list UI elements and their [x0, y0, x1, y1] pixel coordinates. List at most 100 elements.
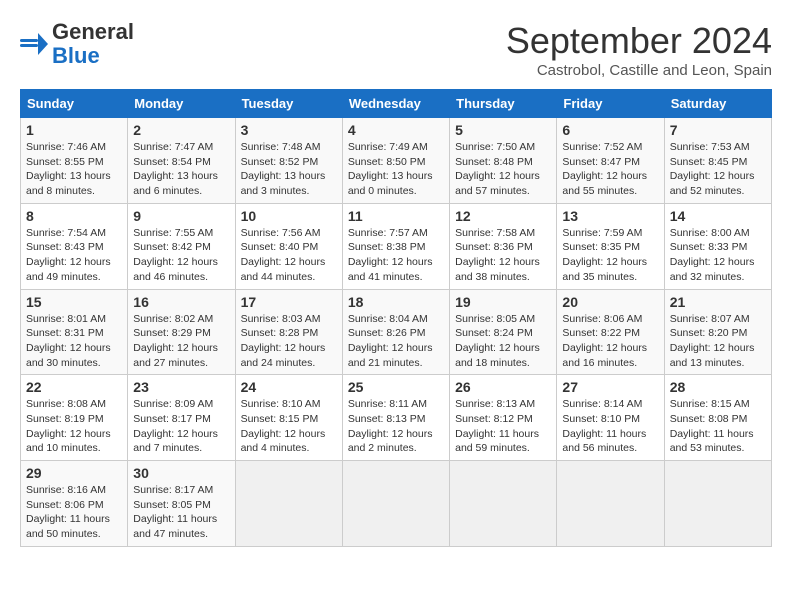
calendar-cell: 2 Sunrise: 7:47 AM Sunset: 8:54 PM Dayli… [128, 118, 235, 204]
calendar-cell [235, 461, 342, 547]
day-number: 9 [133, 208, 229, 224]
calendar-row: 22 Sunrise: 8:08 AM Sunset: 8:19 PM Dayl… [21, 375, 772, 461]
day-info: Sunrise: 7:49 AM Sunset: 8:50 PM Dayligh… [348, 140, 444, 199]
header-monday: Monday [128, 90, 235, 118]
calendar-cell: 22 Sunrise: 8:08 AM Sunset: 8:19 PM Dayl… [21, 375, 128, 461]
calendar-cell: 27 Sunrise: 8:14 AM Sunset: 8:10 PM Dayl… [557, 375, 664, 461]
day-number: 23 [133, 379, 229, 395]
day-info: Sunrise: 7:59 AM Sunset: 8:35 PM Dayligh… [562, 226, 658, 285]
logo-text: General Blue [52, 20, 134, 68]
calendar-cell: 9 Sunrise: 7:55 AM Sunset: 8:42 PM Dayli… [128, 203, 235, 289]
header-wednesday: Wednesday [342, 90, 449, 118]
day-info: Sunrise: 7:52 AM Sunset: 8:47 PM Dayligh… [562, 140, 658, 199]
day-info: Sunrise: 7:55 AM Sunset: 8:42 PM Dayligh… [133, 226, 229, 285]
day-number: 4 [348, 122, 444, 138]
day-info: Sunrise: 8:00 AM Sunset: 8:33 PM Dayligh… [670, 226, 766, 285]
month-title: September 2024 [506, 20, 772, 62]
calendar-cell: 16 Sunrise: 8:02 AM Sunset: 8:29 PM Dayl… [128, 289, 235, 375]
day-number: 24 [241, 379, 337, 395]
day-info: Sunrise: 7:50 AM Sunset: 8:48 PM Dayligh… [455, 140, 551, 199]
day-info: Sunrise: 7:54 AM Sunset: 8:43 PM Dayligh… [26, 226, 122, 285]
day-number: 21 [670, 294, 766, 310]
day-info: Sunrise: 8:08 AM Sunset: 8:19 PM Dayligh… [26, 397, 122, 456]
calendar-cell: 25 Sunrise: 8:11 AM Sunset: 8:13 PM Dayl… [342, 375, 449, 461]
day-number: 8 [26, 208, 122, 224]
day-number: 19 [455, 294, 551, 310]
day-info: Sunrise: 7:53 AM Sunset: 8:45 PM Dayligh… [670, 140, 766, 199]
calendar-cell: 24 Sunrise: 8:10 AM Sunset: 8:15 PM Dayl… [235, 375, 342, 461]
day-number: 1 [26, 122, 122, 138]
day-info: Sunrise: 8:11 AM Sunset: 8:13 PM Dayligh… [348, 397, 444, 456]
calendar-cell: 21 Sunrise: 8:07 AM Sunset: 8:20 PM Dayl… [664, 289, 771, 375]
day-info: Sunrise: 8:07 AM Sunset: 8:20 PM Dayligh… [670, 312, 766, 371]
day-info: Sunrise: 8:15 AM Sunset: 8:08 PM Dayligh… [670, 397, 766, 456]
day-info: Sunrise: 7:46 AM Sunset: 8:55 PM Dayligh… [26, 140, 122, 199]
calendar-cell [664, 461, 771, 547]
day-number: 13 [562, 208, 658, 224]
day-info: Sunrise: 8:09 AM Sunset: 8:17 PM Dayligh… [133, 397, 229, 456]
calendar-cell: 30 Sunrise: 8:17 AM Sunset: 8:05 PM Dayl… [128, 461, 235, 547]
calendar-cell: 17 Sunrise: 8:03 AM Sunset: 8:28 PM Dayl… [235, 289, 342, 375]
day-info: Sunrise: 7:58 AM Sunset: 8:36 PM Dayligh… [455, 226, 551, 285]
day-number: 29 [26, 465, 122, 481]
day-info: Sunrise: 8:16 AM Sunset: 8:06 PM Dayligh… [26, 483, 122, 542]
calendar-cell [557, 461, 664, 547]
day-info: Sunrise: 8:14 AM Sunset: 8:10 PM Dayligh… [562, 397, 658, 456]
calendar-cell [450, 461, 557, 547]
day-number: 26 [455, 379, 551, 395]
calendar-cell: 5 Sunrise: 7:50 AM Sunset: 8:48 PM Dayli… [450, 118, 557, 204]
header-thursday: Thursday [450, 90, 557, 118]
day-number: 10 [241, 208, 337, 224]
day-info: Sunrise: 8:04 AM Sunset: 8:26 PM Dayligh… [348, 312, 444, 371]
day-info: Sunrise: 8:13 AM Sunset: 8:12 PM Dayligh… [455, 397, 551, 456]
day-number: 7 [670, 122, 766, 138]
header-row: Sunday Monday Tuesday Wednesday Thursday… [21, 90, 772, 118]
location: Castrobol, Castille and Leon, Spain [506, 62, 772, 79]
calendar-cell: 7 Sunrise: 7:53 AM Sunset: 8:45 PM Dayli… [664, 118, 771, 204]
page-header: General Blue September 2024 Castrobol, C… [20, 20, 772, 79]
day-number: 5 [455, 122, 551, 138]
calendar-cell [342, 461, 449, 547]
header-friday: Friday [557, 90, 664, 118]
header-sunday: Sunday [21, 90, 128, 118]
calendar-cell: 3 Sunrise: 7:48 AM Sunset: 8:52 PM Dayli… [235, 118, 342, 204]
day-number: 2 [133, 122, 229, 138]
header-saturday: Saturday [664, 90, 771, 118]
calendar-row: 1 Sunrise: 7:46 AM Sunset: 8:55 PM Dayli… [21, 118, 772, 204]
calendar-cell: 23 Sunrise: 8:09 AM Sunset: 8:17 PM Dayl… [128, 375, 235, 461]
day-number: 3 [241, 122, 337, 138]
day-number: 12 [455, 208, 551, 224]
day-number: 25 [348, 379, 444, 395]
day-number: 27 [562, 379, 658, 395]
calendar-cell: 12 Sunrise: 7:58 AM Sunset: 8:36 PM Dayl… [450, 203, 557, 289]
calendar-cell: 1 Sunrise: 7:46 AM Sunset: 8:55 PM Dayli… [21, 118, 128, 204]
day-info: Sunrise: 8:17 AM Sunset: 8:05 PM Dayligh… [133, 483, 229, 542]
day-number: 11 [348, 208, 444, 224]
title-area: September 2024 Castrobol, Castille and L… [506, 20, 772, 79]
logo-icon [20, 33, 48, 55]
calendar-cell: 19 Sunrise: 8:05 AM Sunset: 8:24 PM Dayl… [450, 289, 557, 375]
header-tuesday: Tuesday [235, 90, 342, 118]
calendar-cell: 8 Sunrise: 7:54 AM Sunset: 8:43 PM Dayli… [21, 203, 128, 289]
calendar-row: 8 Sunrise: 7:54 AM Sunset: 8:43 PM Dayli… [21, 203, 772, 289]
day-number: 14 [670, 208, 766, 224]
calendar-cell: 15 Sunrise: 8:01 AM Sunset: 8:31 PM Dayl… [21, 289, 128, 375]
day-info: Sunrise: 7:57 AM Sunset: 8:38 PM Dayligh… [348, 226, 444, 285]
day-number: 15 [26, 294, 122, 310]
day-info: Sunrise: 7:56 AM Sunset: 8:40 PM Dayligh… [241, 226, 337, 285]
day-number: 17 [241, 294, 337, 310]
calendar-cell: 13 Sunrise: 7:59 AM Sunset: 8:35 PM Dayl… [557, 203, 664, 289]
day-number: 30 [133, 465, 229, 481]
day-info: Sunrise: 8:05 AM Sunset: 8:24 PM Dayligh… [455, 312, 551, 371]
day-info: Sunrise: 7:47 AM Sunset: 8:54 PM Dayligh… [133, 140, 229, 199]
calendar-cell: 11 Sunrise: 7:57 AM Sunset: 8:38 PM Dayl… [342, 203, 449, 289]
day-number: 28 [670, 379, 766, 395]
day-info: Sunrise: 8:01 AM Sunset: 8:31 PM Dayligh… [26, 312, 122, 371]
calendar-cell: 28 Sunrise: 8:15 AM Sunset: 8:08 PM Dayl… [664, 375, 771, 461]
calendar-row: 15 Sunrise: 8:01 AM Sunset: 8:31 PM Dayl… [21, 289, 772, 375]
calendar-cell: 4 Sunrise: 7:49 AM Sunset: 8:50 PM Dayli… [342, 118, 449, 204]
day-number: 18 [348, 294, 444, 310]
calendar-row: 29 Sunrise: 8:16 AM Sunset: 8:06 PM Dayl… [21, 461, 772, 547]
calendar-cell: 14 Sunrise: 8:00 AM Sunset: 8:33 PM Dayl… [664, 203, 771, 289]
calendar-cell: 26 Sunrise: 8:13 AM Sunset: 8:12 PM Dayl… [450, 375, 557, 461]
